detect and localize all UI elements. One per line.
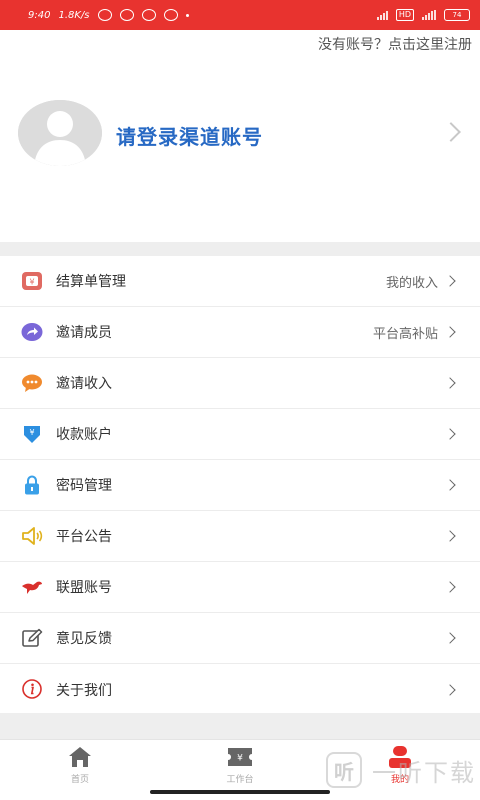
record-notification-icon [163,9,178,21]
wallet-icon: ¥ [21,271,43,291]
yen-down-icon: ¥ [21,424,43,444]
chevron-right-icon [444,632,456,644]
home-icon [66,745,94,769]
menu-item-label: 结算单管理 [56,274,126,290]
ticket-icon: ¥ [226,745,254,769]
section-divider [0,713,480,739]
menu-item-settlement[interactable]: ¥ 结算单管理 我的收入 [0,256,480,307]
section-divider [0,242,480,256]
menu-item-payment-account[interactable]: ¥ 收款账户 [0,409,480,460]
battery-icon: 74 [444,9,470,21]
menu-item-label: 密码管理 [56,478,112,494]
chevron-right-icon [444,275,456,287]
gesture-navigation-bar[interactable] [150,790,330,794]
svg-text:¥: ¥ [237,754,243,764]
menu-item-about[interactable]: 关于我们 [0,664,480,715]
watermark-text: 一听下载 [372,758,476,787]
menu-item-feedback[interactable]: 意见反馈 [0,613,480,664]
settings-menu: ¥ 结算单管理 我的收入 邀请成员 平台高补贴 邀请收入 ¥ 收款账户 密码管理 [0,256,480,715]
bird-icon [21,577,43,597]
svg-text:¥: ¥ [29,278,34,287]
menu-item-label: 邀请收入 [56,376,112,392]
watermark-badge: 听 [326,752,362,788]
avatar[interactable] [18,100,102,166]
menu-item-aside: 平台高补贴 [372,326,438,342]
watermark: 听 一听下载 [326,752,476,788]
chat-notification-icon [141,9,156,21]
menu-item-announcements[interactable]: 平台公告 [0,511,480,562]
chevron-right-icon [444,479,456,491]
status-bar: 9:40 1.8K/s HD 74 [0,0,480,30]
lock-icon [21,475,43,495]
menu-item-label: 平台公告 [56,529,112,545]
alarm-icon [97,9,112,21]
menu-item-alliance-account[interactable]: 联盟账号 [0,562,480,613]
battery-level: 74 [452,11,462,19]
chevron-right-icon [444,428,456,440]
chevron-right-icon [444,530,456,542]
login-prompt[interactable]: 请登录渠道账号 [116,121,263,150]
menu-item-invite-members[interactable]: 邀请成员 平台高补贴 [0,307,480,358]
chevron-right-icon [444,377,456,389]
status-speed: 1.8K/s [58,9,90,21]
more-notifications-icon [185,13,189,17]
chevron-right-icon [444,683,456,696]
tab-label: 首页 [70,775,89,785]
svg-text:¥: ¥ [29,428,34,437]
status-time: 9:40 [28,9,51,21]
menu-item-label: 邀请成员 [56,325,112,341]
tab-label: 工作台 [226,775,254,785]
chevron-right-icon [444,581,456,593]
menu-item-aside: 我的收入 [385,275,438,291]
app-notification-icon [119,9,134,21]
menu-item-password[interactable]: 密码管理 [0,460,480,511]
menu-item-label: 联盟账号 [56,580,112,596]
share-icon [21,322,43,342]
default-avatar-icon [18,100,102,166]
menu-item-label: 收款账户 [56,427,112,443]
hd-badge: HD [395,9,414,21]
cell-signal-icon [422,10,436,20]
edit-icon [21,628,43,648]
menu-item-label: 关于我们 [56,682,112,699]
register-link[interactable]: 没有账号？点击这里注册 [318,34,472,54]
chevron-right-icon [441,122,461,142]
chevron-right-icon [444,326,456,338]
tab-home[interactable]: 首页 [0,740,160,800]
profile-card[interactable]: 请登录渠道账号 [0,85,480,185]
menu-item-invite-income[interactable]: 邀请收入 [0,358,480,409]
chat-icon [21,373,43,393]
info-icon [21,679,43,699]
wifi-signal-icon [376,10,388,20]
speaker-icon [21,526,43,546]
menu-item-label: 意见反馈 [56,631,112,647]
